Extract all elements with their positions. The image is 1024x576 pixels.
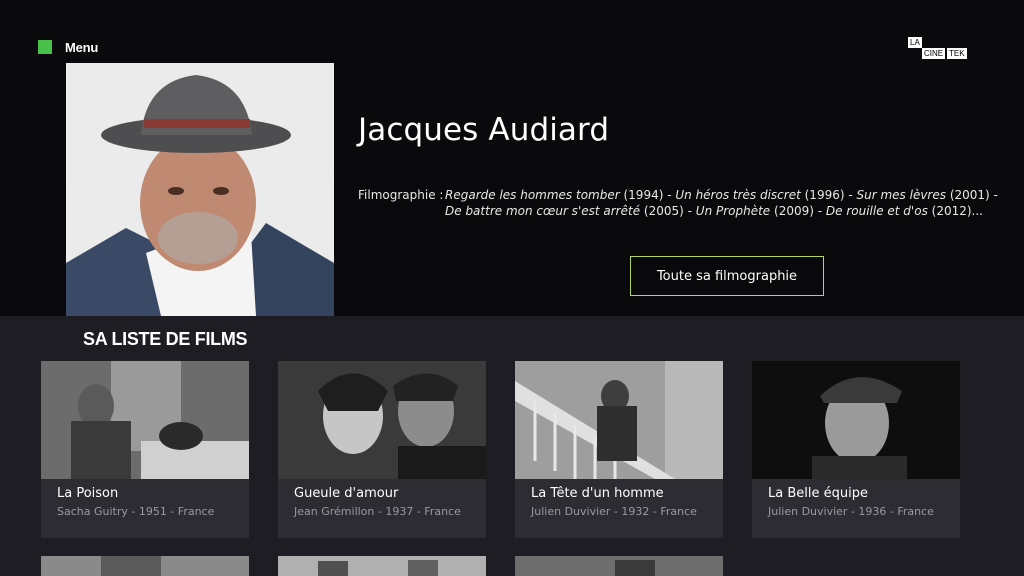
film-list-title: SA LISTE DE FILMS: [83, 329, 248, 349]
film-meta: Sacha Guitry - 1951 - France: [57, 505, 215, 518]
filmography-label: Filmographie :: [358, 188, 444, 202]
film-title: La Belle équipe: [768, 486, 868, 501]
film-card[interactable]: La Tête d'un homme Julien Duvivier - 193…: [515, 361, 723, 538]
film-card[interactable]: Gueule d'amour Jean Grémillon - 1937 - F…: [278, 361, 486, 538]
logo-line1: LA: [908, 37, 922, 48]
menu-icon: [38, 40, 52, 54]
full-filmography-button[interactable]: Toute sa filmographie: [630, 256, 824, 296]
film-card[interactable]: La Poison Sacha Guitry - 1951 - France: [41, 361, 249, 538]
menu-button[interactable]: Menu: [38, 38, 98, 56]
film-card-partial[interactable]: [41, 556, 249, 576]
director-name: Jacques Audiard: [358, 112, 610, 148]
film-card-partial[interactable]: [515, 556, 723, 576]
film-title: La Tête d'un homme: [531, 486, 664, 501]
filmography: Filmographie : Regarde les hommes tomber…: [358, 187, 1008, 219]
film-title: La Poison: [57, 486, 119, 501]
director-portrait: [66, 63, 334, 316]
film-thumbnail: [278, 361, 486, 479]
film-thumbnail: [41, 361, 249, 479]
film-meta: Julien Duvivier - 1936 - France: [768, 505, 934, 518]
filmography-text: Regarde les hommes tomber (1994) - Un hé…: [445, 188, 998, 218]
logo-line2a: CINE: [922, 48, 946, 59]
portrait-image: [66, 63, 334, 316]
film-card-partial[interactable]: [278, 556, 486, 576]
film-meta: Julien Duvivier - 1932 - France: [531, 505, 697, 518]
film-title: Gueule d'amour: [294, 486, 399, 501]
film-meta: Jean Grémillon - 1937 - France: [294, 505, 461, 518]
film-thumbnail: [515, 361, 723, 479]
menu-label: Menu: [65, 39, 99, 55]
logo-line2b: TEK: [947, 48, 967, 59]
lacinetek-logo: LA CINE TEK: [908, 37, 970, 59]
film-card[interactable]: La Belle équipe Julien Duvivier - 1936 -…: [752, 361, 960, 538]
film-thumbnail: [752, 361, 960, 479]
